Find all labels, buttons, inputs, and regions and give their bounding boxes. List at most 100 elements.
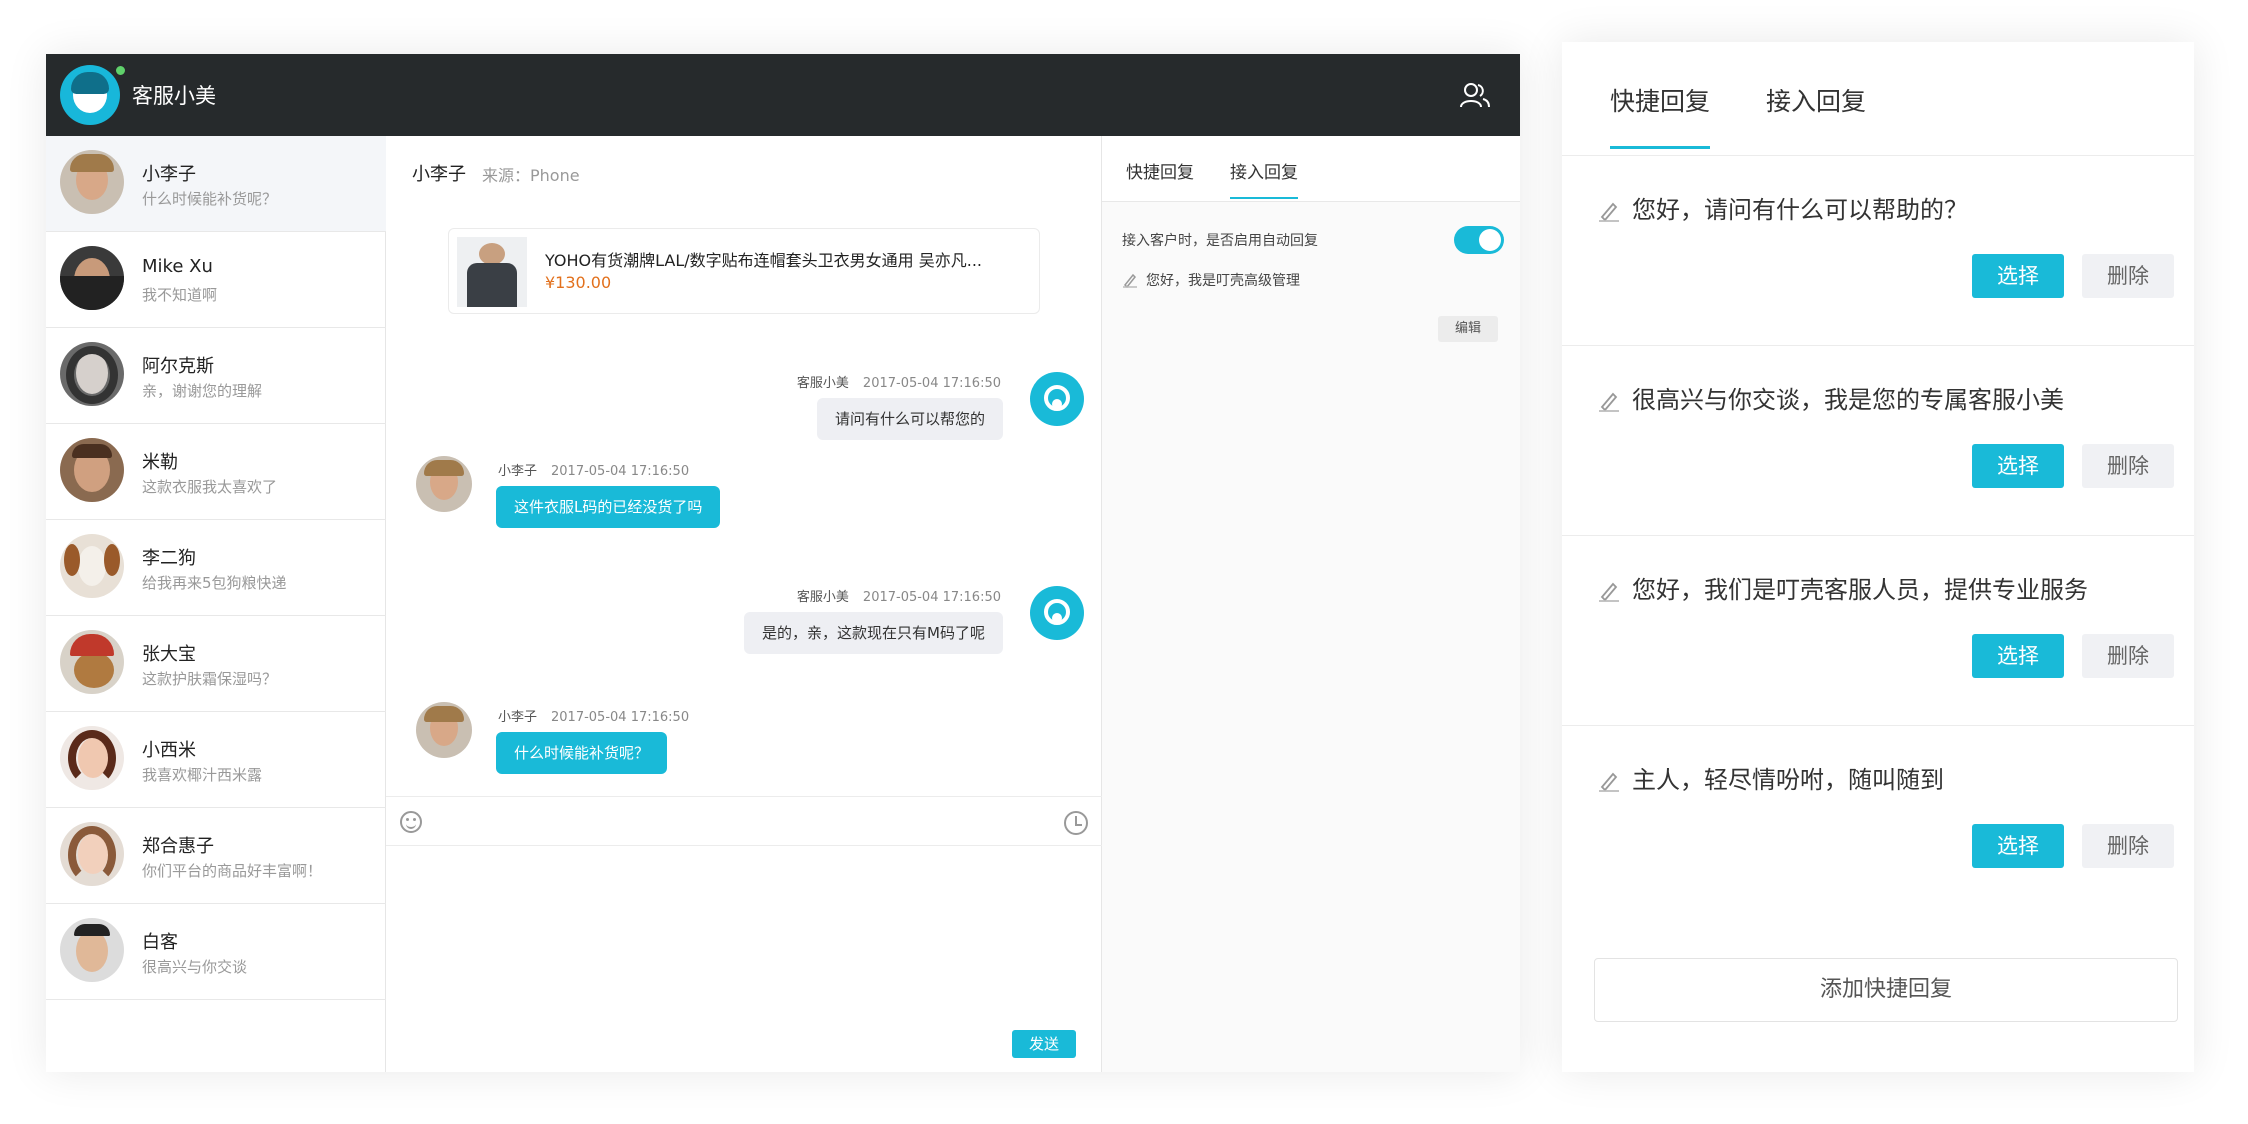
contact-name: 白客 xyxy=(142,932,178,953)
chat-source: 来源：Phone xyxy=(482,166,580,185)
contact-name: 阿尔克斯 xyxy=(142,356,214,377)
contact-name: 小西米 xyxy=(142,740,196,761)
tab-quick-reply[interactable]: 快捷回复 xyxy=(1126,158,1194,183)
contact-name: 张大宝 xyxy=(142,644,196,665)
contact-last-message: 给我再来5包狗粮快递 xyxy=(142,574,287,592)
avatar xyxy=(60,918,124,982)
product-image xyxy=(457,237,527,307)
delete-button[interactable]: 删除 xyxy=(2082,634,2174,678)
contact-last-message: 这款衣服我太喜欢了 xyxy=(142,478,278,496)
tab-access-reply[interactable]: 接入回复 xyxy=(1766,82,1866,118)
contact-last-message: 这款护肤霜保湿吗？ xyxy=(142,670,278,688)
contact-name: 李二狗 xyxy=(142,548,196,569)
select-button[interactable]: 选择 xyxy=(1972,824,2064,868)
contact-item[interactable]: 小李子 什么时候能补货呢？ xyxy=(46,136,386,232)
agent-avatar xyxy=(1030,586,1084,640)
quick-reply-item: 主人，轻尽情吩咐，随叫随到 选择 删除 xyxy=(1562,726,2194,916)
pencil-icon xyxy=(1599,582,1619,602)
quick-reply-panel: 快捷回复 接入回复 您好，请问有什么可以帮助的？ 选择 删除 很高兴与你交谈，我… xyxy=(1562,42,2194,1072)
contact-last-message: 我不知道啊 xyxy=(142,286,218,304)
quick-reply-text: 主人，轻尽情吩咐，随叫随到 xyxy=(1632,766,1944,794)
auto-reply-text: 您好，我是叮壳高级管理 xyxy=(1146,273,1300,289)
contact-last-message: 亲，谢谢您的理解 xyxy=(142,382,263,400)
message-meta: 客服小美 2017-05-04 17:16:50 xyxy=(796,376,1001,391)
chat-panel: 小李子 来源：Phone YOHO有货潮牌LAL/数字贴布连帽套头卫衣男女通用 … xyxy=(386,136,1102,1072)
tab-quick-reply[interactable]: 快捷回复 xyxy=(1610,82,1711,149)
top-bar: 客服小美 xyxy=(46,54,1520,136)
product-price: ¥130.00 xyxy=(545,273,612,292)
contact-item[interactable]: 小西米 我喜欢椰汁西米露 xyxy=(46,712,386,808)
pencil-icon xyxy=(1599,202,1619,222)
contact-item[interactable]: Mike Xu 我不知道啊 xyxy=(46,232,386,328)
pencil-icon xyxy=(1599,392,1619,412)
tab-access-reply[interactable]: 接入回复 xyxy=(1230,158,1298,199)
chat-app-window: 客服小美 小李子 什么时候能补货呢？ Mike Xu 我不知道啊 阿尔克斯 亲，… xyxy=(46,54,1520,1072)
avatar xyxy=(60,822,124,886)
avatar xyxy=(60,534,124,598)
avatar xyxy=(60,438,124,502)
pencil-icon xyxy=(1123,273,1137,288)
message-bubble: 这件衣服L码的已经没货了吗 xyxy=(496,486,721,528)
quick-reply-item: 很高兴与你交谈，我是您的专属客服小美 选择 删除 xyxy=(1562,346,2194,536)
contact-item[interactable]: 张大宝 这款护肤霜保湿吗？ xyxy=(46,616,386,712)
message-meta: 小李子 2017-05-04 17:16:50 xyxy=(498,710,690,725)
quick-reply-item: 您好，请问有什么可以帮助的？ 选择 删除 xyxy=(1562,156,2194,346)
pencil-icon xyxy=(1599,772,1619,792)
contacts-icon[interactable] xyxy=(1460,81,1490,109)
contact-last-message: 很高兴与你交谈 xyxy=(142,958,248,976)
quick-reply-text: 您好，请问有什么可以帮助的？ xyxy=(1632,196,1968,224)
contact-item[interactable]: 白客 很高兴与你交谈 xyxy=(46,904,386,1000)
avatar xyxy=(60,150,124,214)
history-clock-icon[interactable] xyxy=(1064,811,1088,835)
quick-reply-text: 您好，我们是叮壳客服人员，提供专业服务 xyxy=(1632,576,2088,604)
message-bubble: 请问有什么可以帮您的 xyxy=(816,398,1003,440)
reply-settings-panel: 快捷回复 接入回复 接入客户时，是否启用自动回复 您好，我是叮壳高级管理 编辑 xyxy=(1102,136,1520,1072)
quick-reply-text: 很高兴与你交谈，我是您的专属客服小美 xyxy=(1632,386,2064,414)
edit-button[interactable]: 编辑 xyxy=(1438,316,1498,342)
add-quick-reply-button[interactable]: 添加快捷回复 xyxy=(1594,958,2178,1022)
compose-toolbar xyxy=(386,796,1102,846)
agent-avatar xyxy=(1030,372,1084,426)
contact-name: 小李子 xyxy=(142,164,196,185)
auto-reply-toggle[interactable] xyxy=(1454,226,1504,254)
agent-logo-avatar xyxy=(60,65,120,125)
avatar xyxy=(60,342,124,406)
message-meta: 客服小美 2017-05-04 17:16:50 xyxy=(796,590,1001,605)
select-button[interactable]: 选择 xyxy=(1972,254,2064,298)
contact-list: 小李子 什么时候能补货呢？ Mike Xu 我不知道啊 阿尔克斯 亲，谢谢您的理… xyxy=(46,136,386,1072)
message-bubble: 什么时候能补货呢？ xyxy=(496,732,668,774)
product-title: YOHO有货潮牌LAL/数字贴布连帽套头卫衣男女通用 吴亦凡... xyxy=(545,251,982,270)
send-button[interactable]: 发送 xyxy=(1012,1030,1076,1058)
delete-button[interactable]: 删除 xyxy=(2082,824,2174,868)
chat-contact-name: 小李子 xyxy=(412,164,466,185)
quick-reply-tabs: 快捷回复 接入回复 xyxy=(1562,42,2194,156)
emoji-icon[interactable] xyxy=(400,811,422,833)
avatar xyxy=(60,726,124,790)
auto-reply-label: 接入客户时，是否启用自动回复 xyxy=(1122,233,1318,249)
contact-name: 郑合惠子 xyxy=(142,836,214,857)
select-button[interactable]: 选择 xyxy=(1972,444,2064,488)
contact-name: 米勒 xyxy=(142,452,178,473)
message-bubble: 是的，亲，这款现在只有M码了呢 xyxy=(744,612,1003,654)
contact-item[interactable]: 阿尔克斯 亲，谢谢您的理解 xyxy=(46,328,386,424)
app-title: 客服小美 xyxy=(132,84,216,108)
online-status-dot xyxy=(114,64,127,77)
contact-item[interactable]: 李二狗 给我再来5包狗粮快递 xyxy=(46,520,386,616)
contact-last-message: 什么时候能补货呢？ xyxy=(142,190,278,208)
product-card[interactable]: YOHO有货潮牌LAL/数字贴布连帽套头卫衣男女通用 吴亦凡... ¥130.0… xyxy=(448,228,1040,314)
contact-name: Mike Xu xyxy=(142,256,213,277)
message-input[interactable] xyxy=(386,847,1102,1017)
avatar xyxy=(60,630,124,694)
quick-reply-item: 您好，我们是叮壳客服人员，提供专业服务 选择 删除 xyxy=(1562,536,2194,726)
avatar xyxy=(416,456,472,512)
avatar xyxy=(60,246,124,310)
contact-last-message: 我喜欢椰汁西米露 xyxy=(142,766,263,784)
contact-item[interactable]: 郑合惠子 你们平台的商品好丰富啊！ xyxy=(46,808,386,904)
delete-button[interactable]: 删除 xyxy=(2082,444,2174,488)
select-button[interactable]: 选择 xyxy=(1972,634,2064,678)
contact-item[interactable]: 米勒 这款衣服我太喜欢了 xyxy=(46,424,386,520)
reply-tabs: 快捷回复 接入回复 xyxy=(1102,136,1520,202)
delete-button[interactable]: 删除 xyxy=(2082,254,2174,298)
contact-last-message: 你们平台的商品好丰富啊！ xyxy=(142,862,323,880)
message-meta: 小李子 2017-05-04 17:16:50 xyxy=(498,464,690,479)
